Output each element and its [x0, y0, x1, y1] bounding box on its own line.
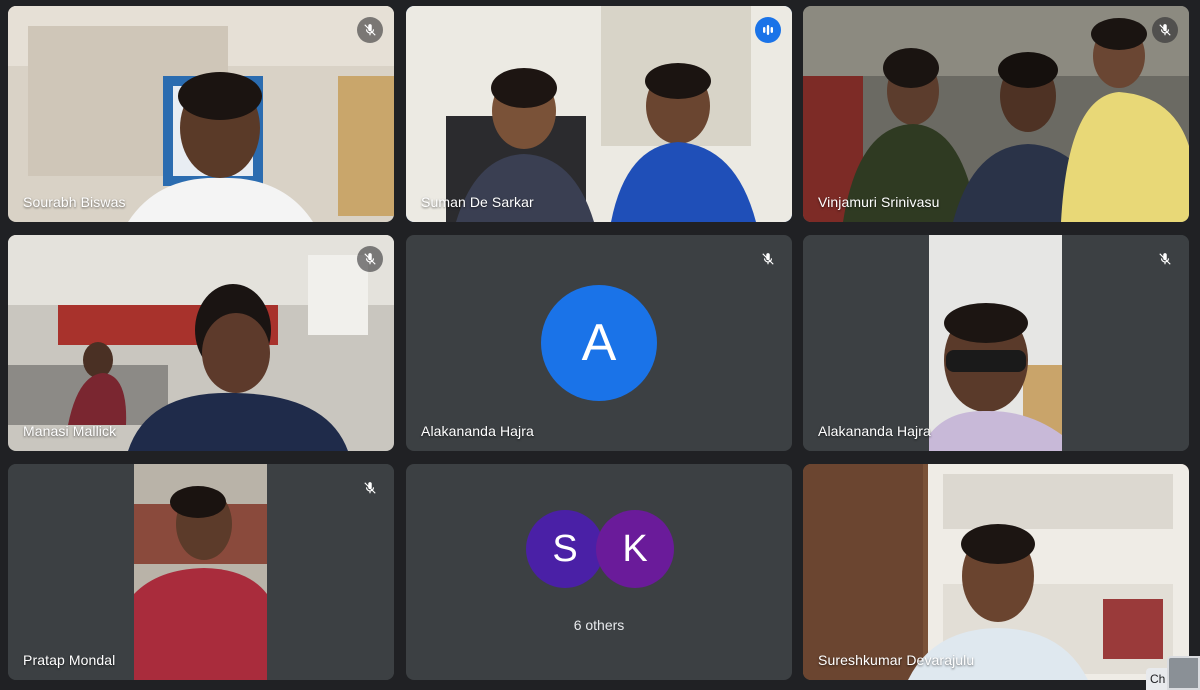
others-count-label: 6 others: [573, 617, 625, 633]
participant-tile-sourabh-biswas[interactable]: Sourabh Biswas: [8, 6, 394, 222]
self-view-thumbnail[interactable]: [1167, 656, 1200, 690]
audio-level-icon: [755, 17, 781, 43]
mic-off-icon: [1152, 17, 1178, 43]
participant-name: Pratap Mondal: [23, 652, 116, 668]
mic-off-icon: [1152, 246, 1178, 272]
participant-tile-manasi-mallick[interactable]: Manasi Mallick: [8, 235, 394, 451]
video-feed: [803, 235, 1189, 451]
mic-off-icon: [357, 17, 383, 43]
participant-tile-sureshkumar-devarajulu[interactable]: Sureshkumar Devarajulu: [803, 464, 1189, 680]
mic-off-icon: [357, 246, 383, 272]
participant-tile-pratap-mondal[interactable]: Pratap Mondal: [8, 464, 394, 680]
participant-tile-alakananda-hajra-avatar[interactable]: A Alakananda Hajra: [406, 235, 792, 451]
participant-name: Vinjamuri Srinivasu: [818, 194, 940, 210]
participant-name: Alakananda Hajra: [818, 423, 931, 439]
video-feed: [8, 464, 394, 680]
participant-name: Sourabh Biswas: [23, 194, 126, 210]
video-feed: [803, 6, 1189, 222]
participant-name: Sureshkumar Devarajulu: [818, 652, 975, 668]
participant-tile-alakananda-hajra-video[interactable]: Alakananda Hajra: [803, 235, 1189, 451]
participant-tile-suman-de-sarkar[interactable]: Suman De Sarkar: [406, 6, 792, 222]
avatar: K: [596, 510, 674, 588]
mic-off-icon: [755, 246, 781, 272]
avatar: A: [541, 285, 657, 401]
participant-tile-vinjamuri-srinivasu[interactable]: Vinjamuri Srinivasu: [803, 6, 1189, 222]
video-feed: [8, 235, 394, 451]
participant-name: Suman De Sarkar: [421, 194, 534, 210]
video-feed: [803, 464, 1189, 680]
video-feed: [8, 6, 394, 222]
mic-off-icon: [357, 475, 383, 501]
participant-name: Alakananda Hajra: [421, 423, 534, 439]
participant-name: Manasi Mallick: [23, 423, 117, 439]
video-feed: [406, 6, 792, 222]
avatar: S: [526, 510, 604, 588]
others-tile[interactable]: S K 6 others: [406, 464, 792, 680]
